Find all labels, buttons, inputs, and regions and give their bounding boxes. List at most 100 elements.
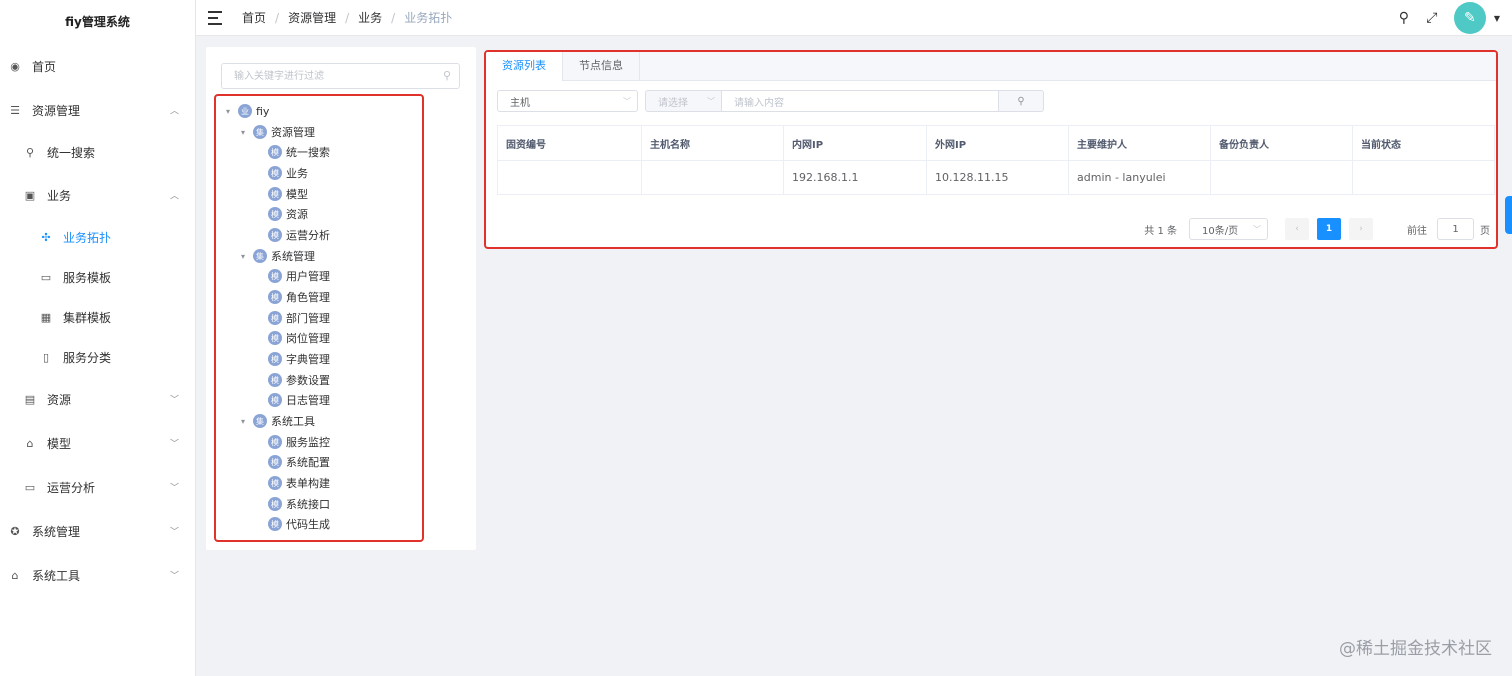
column-header[interactable]: 外网IP <box>926 125 1069 161</box>
tree-panel: ⚲ ▾业fiy ▾集资源管理 模统一搜索 模业务 模模型 模资源 模运营分析 ▾… <box>206 47 476 550</box>
keyword-input[interactable]: 请输入内容 <box>722 90 999 112</box>
sidebar-item-business[interactable]: ▣ 业务 ︿ <box>0 173 195 217</box>
column-header[interactable]: 备份负责人 <box>1210 125 1353 161</box>
column-header[interactable]: 当前状态 <box>1352 125 1495 161</box>
table-cell <box>641 160 784 195</box>
breadcrumb-item-resource-management[interactable]: 资源管理 <box>288 9 336 26</box>
tree-node-root[interactable]: ▾ 业 fiy <box>226 101 269 121</box>
sidebar: fiy管理系统 ◉ 首页 ☰ 资源管理 ︿ ⚲ 统一搜索 ▣ 业务 ︿ ✣ 业务… <box>0 0 196 676</box>
sidebar-item-resource[interactable]: ▤ 资源 ﹀ <box>0 377 195 421</box>
field-select[interactable]: 请选择 ﹀ <box>645 90 722 112</box>
tree-node-leaf[interactable]: 模部门管理 <box>268 308 330 328</box>
tree-node-leaf[interactable]: 模角色管理 <box>268 287 330 307</box>
table-cell: admin - lanyulei <box>1068 160 1211 195</box>
chevron-up-icon: ︿ <box>169 191 179 202</box>
caret-down-icon[interactable]: ▾ <box>241 417 253 426</box>
caret-down-icon[interactable]: ▾ <box>226 107 238 116</box>
tree-node-leaf[interactable]: 模统一搜索 <box>268 142 330 162</box>
tree-node-badge: 集 <box>253 414 267 428</box>
avatar[interactable]: ✎ <box>1453 2 1486 34</box>
sidebar-item-business-topology[interactable]: ✣ 业务拓扑 <box>0 217 195 257</box>
tree-node-badge: 模 <box>268 476 282 490</box>
tree-node-badge: 模 <box>268 435 282 449</box>
tree-node-leaf[interactable]: 模系统接口 <box>268 494 330 514</box>
sidebar-item-system-management[interactable]: ✪ 系统管理 ﹀ <box>0 509 195 553</box>
pagination: 共 1 条 10条/页 ﹀ ‹ 1 › 前往 1 页 <box>1144 218 1490 240</box>
tree-node-label: 统一搜索 <box>286 146 330 159</box>
tree-node-leaf[interactable]: 模代码生成 <box>268 514 330 534</box>
sidebar-item-label: 模型 <box>47 436 72 451</box>
goto-page-input[interactable]: 1 <box>1437 218 1474 240</box>
tree-node-group[interactable]: ▾ 集系统管理 <box>241 246 315 266</box>
tree-node-group[interactable]: ▾ 集系统工具 <box>241 411 315 431</box>
column-header[interactable]: 主要维护人 <box>1068 125 1211 161</box>
resource-panel: 资源列表 节点信息 主机 ﹀ 请选择 ﹀ 请输入内容 ⚲ 固资编号 主机名称 内… <box>484 50 1498 249</box>
tree-node-leaf[interactable]: 模日志管理 <box>268 390 330 410</box>
tab-bar: 资源列表 节点信息 <box>486 52 1496 81</box>
sidebar-item-model[interactable]: ⌂ 模型 ﹀ <box>0 421 195 465</box>
search-icon[interactable]: ⚲ <box>1394 8 1414 28</box>
column-header[interactable]: 主机名称 <box>641 125 784 161</box>
app-logo-title[interactable]: fiy管理系统 <box>0 0 195 44</box>
sidebar-item-home[interactable]: ◉ 首页 <box>0 44 195 88</box>
tree-node-leaf[interactable]: 模表单构建 <box>268 473 330 493</box>
tree-node-label: 系统工具 <box>271 415 315 428</box>
settings-drawer-handle[interactable] <box>1505 196 1512 234</box>
tree-filter-field[interactable]: ⚲ <box>221 63 460 89</box>
tree-node-label: 运营分析 <box>286 229 330 242</box>
tree-node-label: 部门管理 <box>286 312 330 325</box>
sidebar-item-operation-analysis[interactable]: ▭ 运营分析 ﹀ <box>0 465 195 509</box>
sidebar-toggle-icon[interactable] <box>208 10 224 25</box>
sidebar-item-unified-search[interactable]: ⚲ 统一搜索 <box>0 132 195 173</box>
tree-node-leaf[interactable]: 模字典管理 <box>268 349 330 369</box>
sidebar-item-cluster-template[interactable]: ▦ 集群模板 <box>0 297 195 337</box>
tree-node-leaf[interactable]: 模业务 <box>268 163 308 183</box>
tree-node-leaf[interactable]: 模运营分析 <box>268 225 330 245</box>
pagination-total: 共 1 条 <box>1144 225 1177 237</box>
tab-node-info[interactable]: 节点信息 <box>563 52 640 80</box>
tree-node-leaf[interactable]: 模岗位管理 <box>268 328 330 348</box>
tree-node-leaf[interactable]: 模系统配置 <box>268 452 330 472</box>
sidebar-item-service-category[interactable]: ▯ 服务分类 <box>0 337 195 377</box>
system-tools-icon: ⌂ <box>11 568 19 582</box>
tab-resource-list[interactable]: 资源列表 <box>486 52 563 81</box>
breadcrumb-item-current: 业务拓扑 <box>404 11 453 25</box>
tree-node-leaf[interactable]: 模资源 <box>268 204 308 224</box>
search-icon: ⚲ <box>1017 95 1025 107</box>
column-header[interactable]: 固资编号 <box>497 125 642 161</box>
tree-node-leaf[interactable]: 模用户管理 <box>268 266 330 286</box>
resource-type-select[interactable]: 主机 ﹀ <box>497 90 638 112</box>
page-number-button[interactable]: 1 <box>1317 218 1341 240</box>
column-header[interactable]: 内网IP <box>783 125 927 161</box>
search-row: 主机 ﹀ 请选择 ﹀ 请输入内容 ⚲ <box>497 90 1044 112</box>
fullscreen-icon[interactable]: ⤢ <box>1422 8 1442 28</box>
tree-node-leaf[interactable]: 模服务监控 <box>268 432 330 452</box>
next-page-button[interactable]: › <box>1349 218 1373 240</box>
page-size-select[interactable]: 10条/页 ﹀ <box>1189 218 1268 240</box>
sidebar-item-label: 统一搜索 <box>47 146 96 160</box>
sidebar-item-system-tools[interactable]: ⌂ 系统工具 ﹀ <box>0 553 195 597</box>
caret-down-icon[interactable]: ▾ <box>241 128 253 137</box>
prev-page-button[interactable]: ‹ <box>1285 218 1309 240</box>
breadcrumb-item-home[interactable]: 首页 <box>242 9 266 26</box>
table-row[interactable]: 192.168.1.1 10.128.11.15 admin - lanyule… <box>497 160 1495 195</box>
tree-filter-input[interactable] <box>222 64 422 88</box>
service-template-icon: ▭ <box>40 270 52 284</box>
tree-node-badge: 模 <box>268 228 282 242</box>
chevron-down-icon: ﹀ <box>169 483 179 494</box>
tree-node-group[interactable]: ▾ 集资源管理 <box>241 122 315 142</box>
chevron-down-icon: ﹀ <box>707 96 715 106</box>
search-button[interactable]: ⚲ <box>999 90 1044 112</box>
tree-node-leaf[interactable]: 模模型 <box>268 184 308 204</box>
table-cell <box>1210 160 1353 195</box>
tree-node-badge: 集 <box>253 125 267 139</box>
tree-node-leaf[interactable]: 模参数设置 <box>268 370 330 390</box>
tree-node-badge: 集 <box>253 249 267 263</box>
sidebar-item-resource-management[interactable]: ☰ 资源管理 ︿ <box>0 88 195 132</box>
page-suffix-label: 页 <box>1480 225 1490 237</box>
breadcrumb-item-business[interactable]: 业务 <box>358 9 382 26</box>
caret-down-icon[interactable]: ▾ <box>241 252 253 261</box>
sidebar-item-service-template[interactable]: ▭ 服务模板 <box>0 257 195 297</box>
tree-node-label: 角色管理 <box>286 291 330 304</box>
caret-down-icon[interactable]: ▼ <box>1494 14 1500 23</box>
